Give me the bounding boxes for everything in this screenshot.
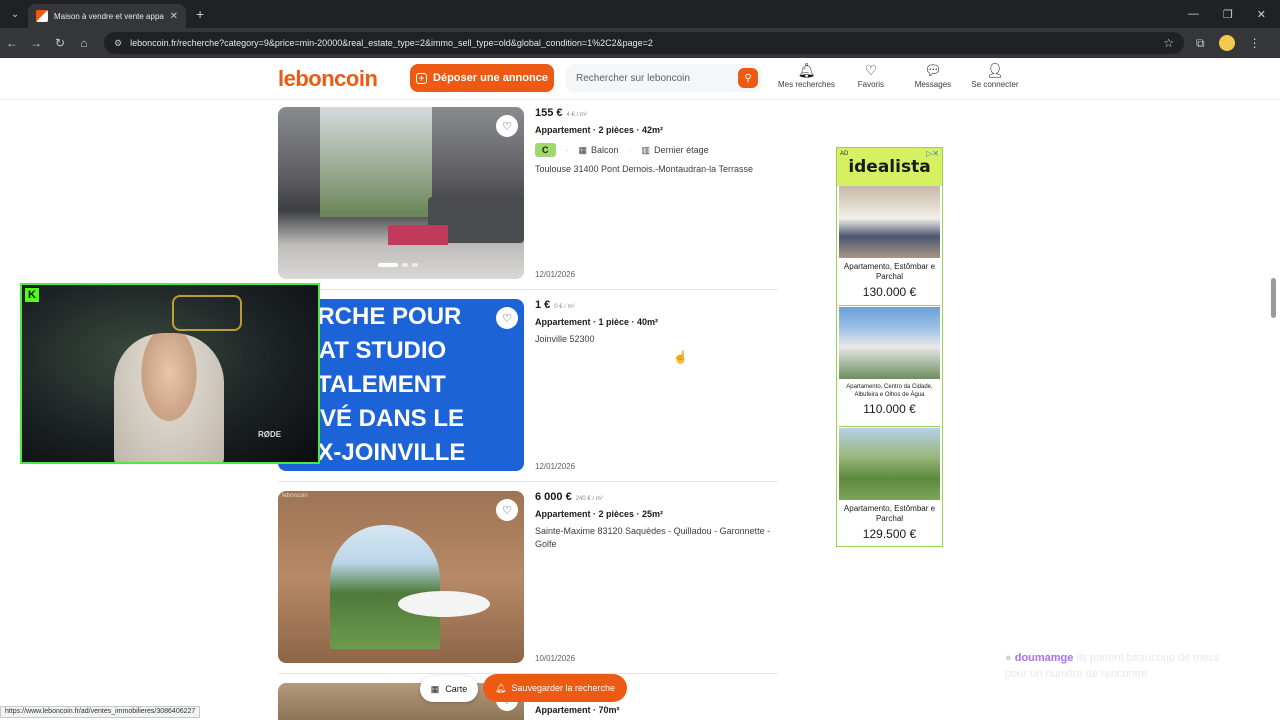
listing-price: 6 000 € 240 € / m²	[535, 491, 603, 503]
tab-close-icon[interactable]: ✕	[170, 11, 178, 22]
message-icon: 💬︎	[924, 62, 942, 78]
listing-type: Appartement · 2 pièces · 25m²	[535, 509, 664, 519]
listing-date: 12/01/2026	[535, 462, 576, 471]
ad-label: AD	[840, 151, 849, 157]
listing-tags: C · ▦ Balcon · ▥ Dernier étage	[535, 143, 781, 157]
listing-location: Joinville 52300	[535, 334, 595, 344]
photo-carousel-dots[interactable]	[378, 263, 418, 267]
chat-username: doumamge	[1014, 652, 1074, 664]
listing-divider	[278, 481, 778, 482]
profile-avatar[interactable]	[1218, 35, 1235, 51]
map-button[interactable]: ▦ Carte	[420, 676, 478, 702]
browser-toolbar: ← → ↻ ⌂ ⚙ leboncoin.fr/recherche?categor…	[0, 28, 1280, 58]
streamer-webcam: K RØDE	[20, 283, 320, 464]
new-tab-icon[interactable]: +	[196, 6, 204, 22]
search-input[interactable]: Rechercher sur leboncoin	[576, 73, 738, 84]
ad-card-image	[839, 307, 940, 379]
listing-date: 10/01/2026	[535, 654, 576, 663]
listing-type: Appartement · 1 pièce · 40m²	[535, 317, 659, 327]
search-bar[interactable]: Rechercher sur leboncoin ⚲	[566, 64, 762, 92]
ad-card-image	[839, 428, 940, 500]
stream-chat-message: ● doumamge ils parlent beaucoup de mecs …	[1005, 650, 1220, 682]
listing-card[interactable]: ♡ 155 € 4 € / m² Appartement · 2 pièces …	[278, 107, 778, 279]
bell-icon: 🔔︎	[495, 682, 507, 693]
idealista-ad[interactable]: idealista AD ▷✕ Apartamento, Estômbar e …	[836, 147, 943, 547]
map-icon: ▦	[430, 683, 440, 694]
listing-price: 1 € 0 € / m²	[535, 299, 575, 311]
reload-icon[interactable]: ↻	[48, 36, 72, 50]
address-bar[interactable]: ⚙ leboncoin.fr/recherche?category=9&pric…	[104, 32, 1184, 54]
listing-type: Appartement · 2 pièces · 42m²	[535, 125, 664, 135]
bell-icon: 🔔︎	[797, 62, 816, 78]
favorite-heart-icon[interactable]: ♡	[496, 499, 518, 521]
kick-logo-icon: K	[25, 288, 39, 302]
my-searches-button[interactable]: 🔔︎ Mes recherches	[778, 62, 835, 89]
listing-date: 12/01/2026	[535, 270, 576, 279]
listing-type: Appartement · 70m²	[535, 705, 620, 715]
extensions-icon[interactable]: ⧉	[1196, 36, 1205, 51]
post-ad-label: Déposer une annonce	[433, 72, 548, 84]
browser-tab[interactable]: Maison à vendre et vente appa ✕	[28, 4, 186, 28]
restore-icon[interactable]: ❐	[1223, 8, 1233, 21]
listing-price: 155 € 4 € / m²	[535, 107, 587, 119]
balcony-icon: ▦	[578, 144, 588, 155]
microphone-label: RØDE	[258, 430, 282, 439]
window-controls: — ❐ ✕	[1188, 8, 1266, 21]
mouse-cursor-icon: ☝	[673, 350, 688, 364]
chat-badge-icon: ●	[1005, 652, 1012, 664]
listing-card[interactable]: HERCHE POUR CHAT STUDIO TOTALEMENT NOVÉ …	[278, 299, 778, 471]
save-search-button[interactable]: 🔔︎ Sauvegarder la recherche	[483, 674, 627, 702]
listing-photo[interactable]: leboncoin ♡	[278, 491, 524, 663]
browser-tab-bar: ⌄ Maison à vendre et vente appa ✕ + — ❐ …	[0, 0, 1280, 28]
tab-title: Maison à vendre et vente appa	[54, 11, 164, 21]
status-bar-url: https://www.leboncoin.fr/ad/ventes_immob…	[0, 706, 201, 718]
favicon-icon	[36, 10, 48, 22]
heart-icon: ♡	[864, 62, 878, 78]
page-scrollbar[interactable]	[1271, 278, 1276, 318]
site-info-icon[interactable]: ⚙	[114, 38, 122, 49]
window-close-icon[interactable]: ✕	[1257, 8, 1266, 21]
user-icon: 👤︎	[986, 62, 1004, 78]
listing-divider	[278, 289, 778, 290]
ad-card[interactable]: Apartamento, Centro da Cidade, Albufeira…	[839, 307, 940, 416]
browser-menu-icon[interactable]: ⋮	[1249, 36, 1261, 50]
listing-location: Sainte-Maxime 83120 Saquèdes - Quilladou…	[535, 526, 771, 549]
favorite-heart-icon[interactable]: ♡	[496, 115, 518, 137]
messages-button[interactable]: 💬︎ Messages	[907, 62, 959, 89]
ad-close-icon[interactable]: ▷✕	[926, 149, 939, 158]
bookmark-star-icon[interactable]: ☆	[1163, 36, 1174, 50]
back-icon[interactable]: ←	[0, 36, 24, 50]
url-text: leboncoin.fr/recherche?category=9&price=…	[130, 38, 653, 48]
minimize-icon[interactable]: —	[1188, 8, 1199, 21]
site-header: leboncoin + Déposer une annonce Recherch…	[0, 58, 1280, 100]
favorite-heart-icon[interactable]: ♡	[496, 307, 518, 329]
listing-location: Toulouse 31400 Pont Demois.-Montaudran-l…	[535, 164, 753, 174]
favorites-button[interactable]: ♡ Favoris	[845, 62, 897, 89]
dpe-badge: C	[535, 143, 556, 157]
photo-watermark: leboncoin	[282, 493, 308, 499]
login-button[interactable]: 👤︎ Se connecter	[969, 62, 1021, 89]
search-icon[interactable]: ⚲	[738, 68, 758, 88]
ad-card[interactable]: Apartamento, Estômbar e Parchal 129.500 …	[839, 428, 940, 541]
post-ad-button[interactable]: + Déposer une annonce	[410, 64, 554, 92]
listing-photo[interactable]: ♡	[278, 107, 524, 279]
ad-card-image	[839, 186, 940, 258]
tab-search-button[interactable]: ⌄	[4, 3, 26, 25]
home-icon[interactable]: ⌂	[72, 36, 96, 50]
listing-card[interactable]: leboncoin ♡ 6 000 € 240 € / m² Apparteme…	[278, 491, 778, 663]
leboncoin-logo[interactable]: leboncoin	[278, 66, 378, 92]
plus-icon: +	[416, 72, 428, 84]
forward-icon[interactable]: →	[24, 36, 48, 50]
building-icon: ▥	[641, 144, 651, 155]
ad-card[interactable]: Apartamento, Estômbar e Parchal 130.000 …	[839, 186, 940, 299]
